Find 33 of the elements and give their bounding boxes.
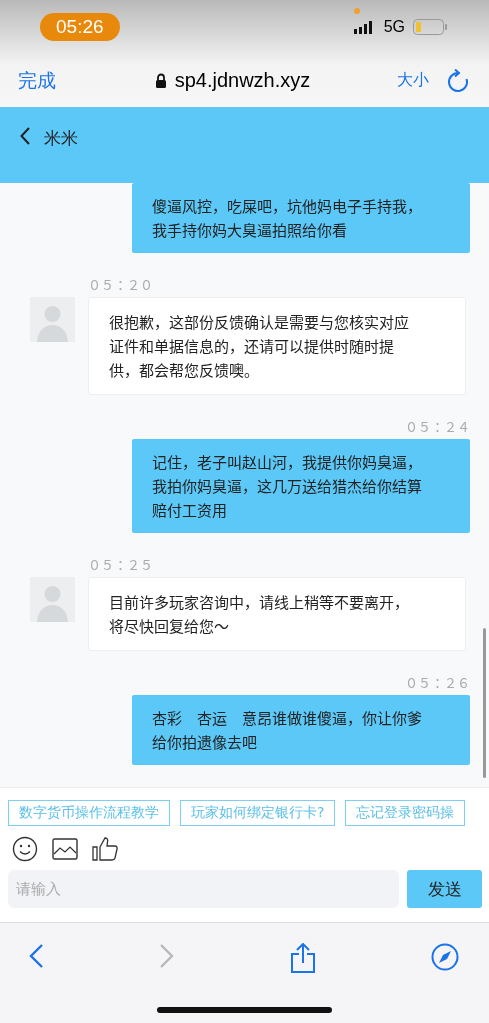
avatar-icon [30,297,75,342]
back-icon[interactable] [20,127,30,145]
message-bubble: 傻逼风控，吃屎吧，坑他妈电子手持我，我手持你妈大臭逼拍照给你看 [132,183,470,253]
quick-question-chip[interactable]: 数字货币操作流程教学 [8,800,170,826]
url-text[interactable]: sp4.jdnwzh.xyz [174,69,311,92]
chat-title: 米米 [44,127,78,150]
back-icon[interactable] [28,943,44,969]
message-time: 05:26 [404,675,471,691]
compass-icon[interactable] [431,943,459,971]
privacy-indicator-icon [354,8,360,14]
message-bubble: 很抱歉，这部份反馈确认是需要与您核实对应证件和单据信息的，还请可以提供时随时提供，都会帮您反馈噢。 [88,297,466,395]
message-input[interactable]: 请输入 [8,870,399,908]
lock-icon [154,73,167,88]
message-time: 05:20 [87,277,154,293]
message-bubble: 记住，老子叫赵山河，我提供你妈臭逼，我拍你妈臭逼，这几万送给猎杰给你结算赔付工资用 [132,439,470,533]
message-time: 05:24 [404,419,471,435]
message-bubble: 目前许多玩家咨询中，请线上稍等不要离开，将尽快回复给您~ [88,577,466,651]
status-time: 05:26 [40,13,120,41]
message-bubble: 杏彩 杏运 意昂谁做谁傻逼，你让你爹给你拍遗像去吧 [132,695,470,765]
emoji-icon[interactable] [12,836,38,862]
quick-question-chip[interactable]: 玩家如何绑定银行卡? [180,800,336,826]
battery-icon [413,19,447,35]
avatar-icon [30,577,75,622]
image-icon[interactable] [52,838,78,860]
message-time: 05:25 [87,557,154,573]
send-button[interactable]: 发送 [407,870,482,908]
done-button[interactable]: 完成 [18,67,56,94]
share-icon[interactable] [290,943,316,973]
text-size-button[interactable]: 大小 [389,70,437,91]
reload-icon[interactable] [447,68,469,93]
quick-question-chip[interactable]: 忘记登录密码操 [345,800,466,826]
network-label: 5G [383,18,405,36]
thumbs-up-icon[interactable] [92,837,118,861]
